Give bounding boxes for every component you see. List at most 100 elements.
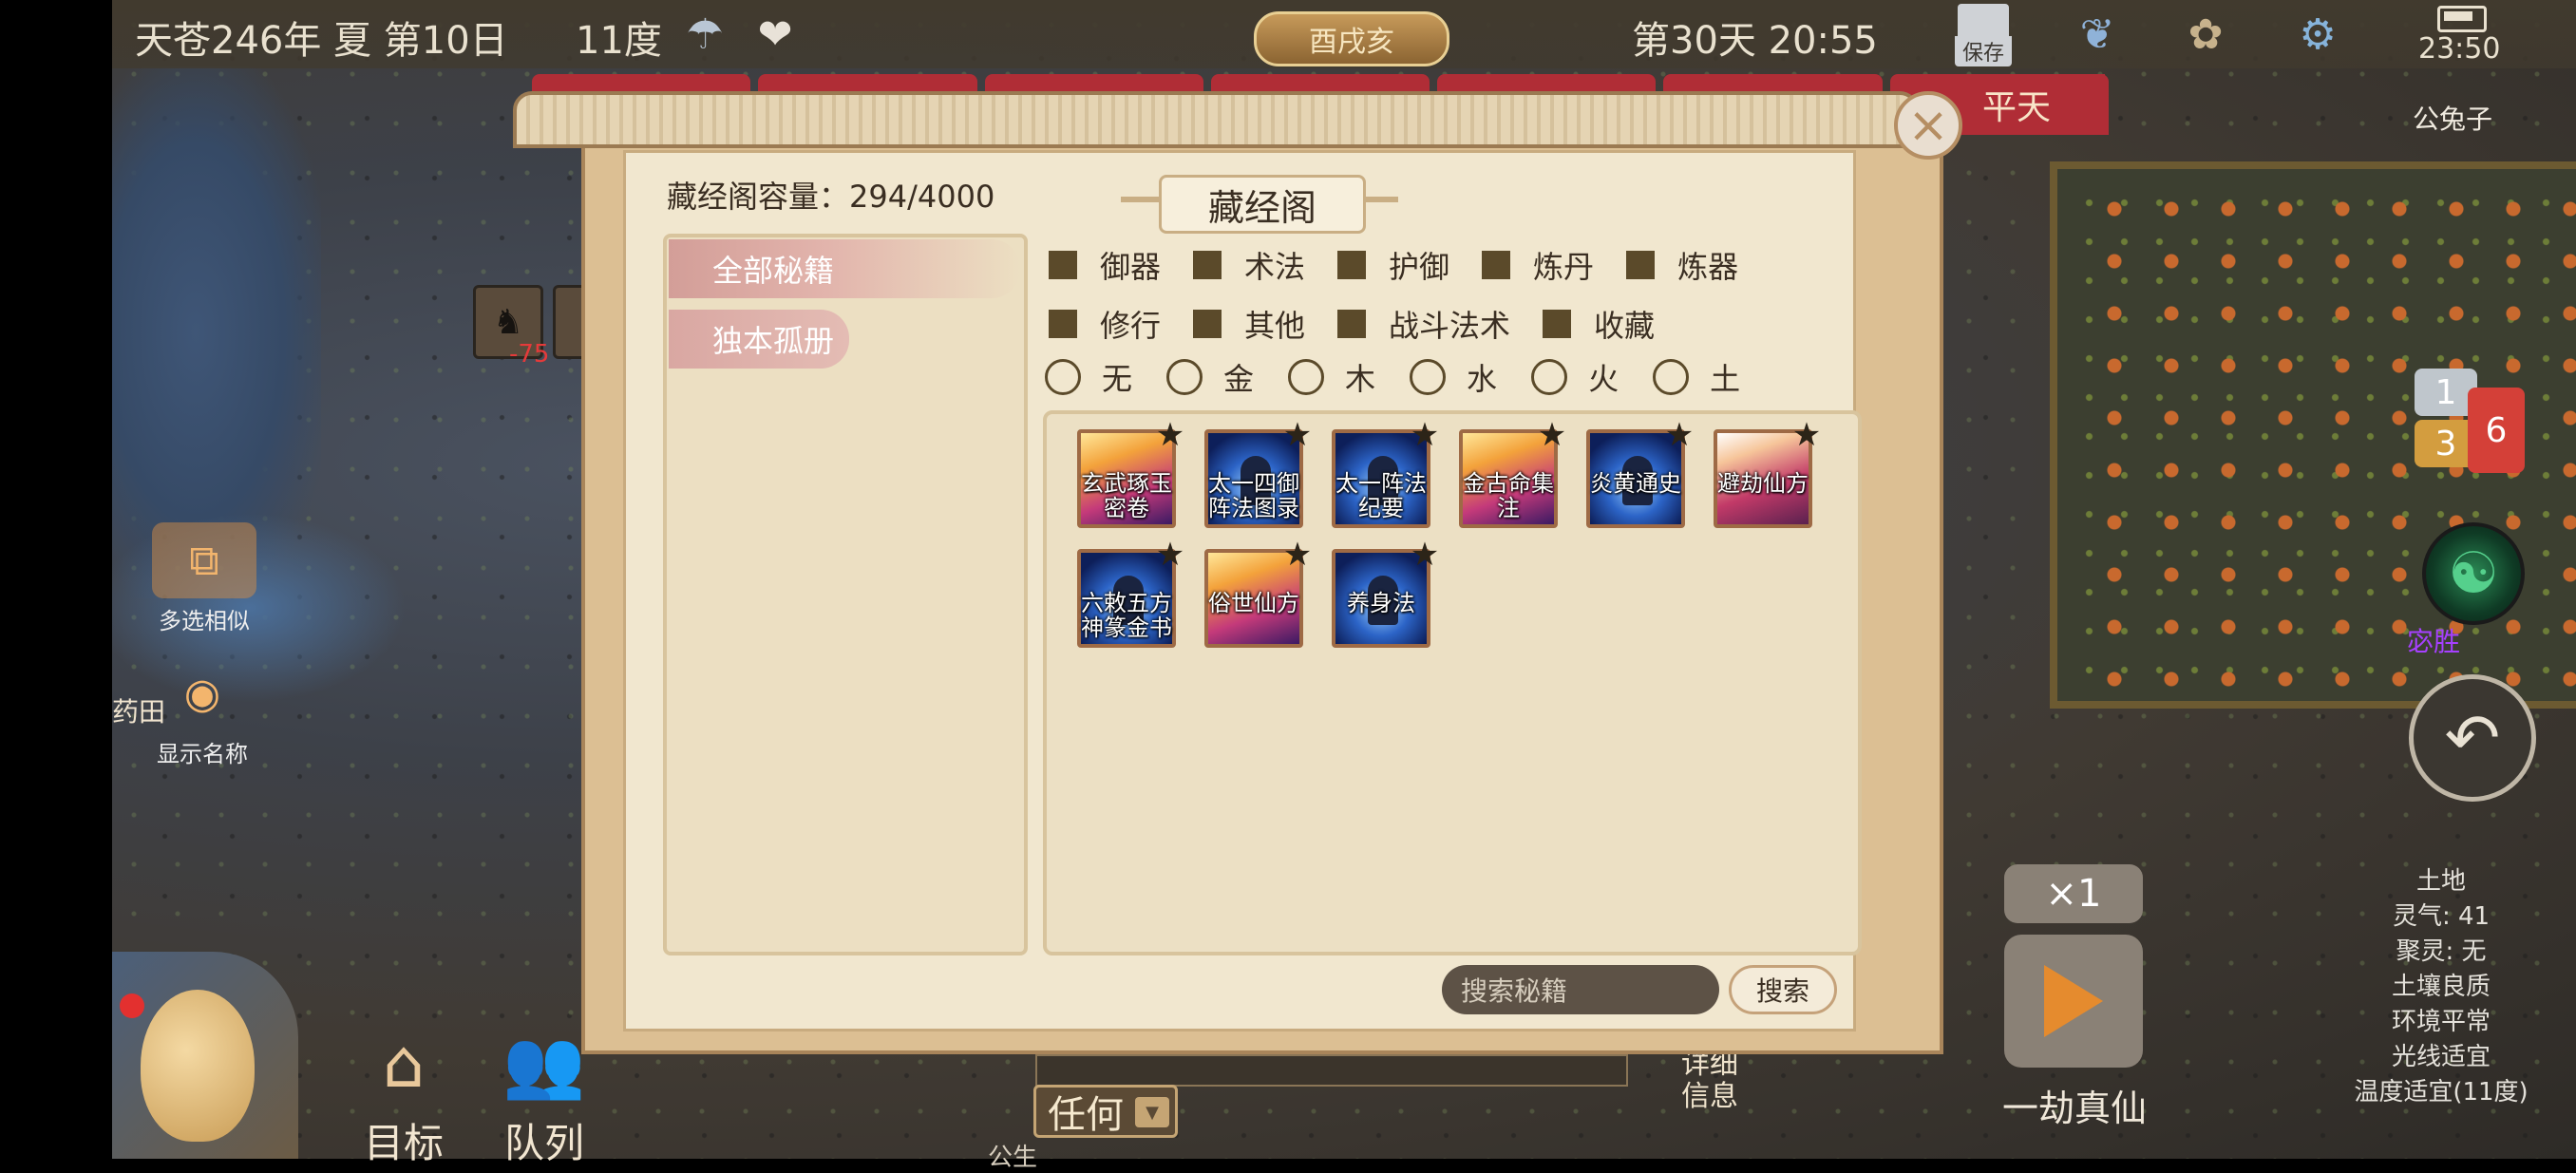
terrain-line: 灵气: 41 — [2392, 902, 2491, 931]
filter-lianqi[interactable]: 炼器 — [1626, 243, 1738, 287]
play-icon — [2044, 965, 2103, 1037]
radio[interactable] — [1653, 359, 1690, 395]
filter-label: 护御 — [1389, 249, 1450, 285]
leaf-icon[interactable]: ❦ — [2069, 6, 2126, 63]
floppy-icon — [1958, 4, 2009, 40]
filter-huyu[interactable]: 护御 — [1337, 243, 1449, 287]
checkbox[interactable] — [1626, 251, 1656, 279]
terrain-line: 聚灵: 无 — [2396, 937, 2487, 966]
manual-tile[interactable]: ★ 炎黄通史 — [1586, 418, 1694, 528]
gear-icon[interactable]: ⚙ — [2289, 6, 2346, 63]
filter-label: 收藏 — [1594, 308, 1656, 344]
element-label: 水 — [1467, 361, 1498, 397]
checkbox[interactable] — [1543, 310, 1572, 338]
manual-tile[interactable]: ★ 金古命集注 — [1459, 418, 1566, 528]
play-button[interactable] — [2004, 935, 2143, 1068]
yin-yang-icon[interactable]: ☯ — [2422, 522, 2525, 625]
title-ornament — [1360, 197, 1398, 202]
npc-name-label: 公兔子 — [2413, 104, 2493, 135]
search-input[interactable]: 搜索秘籍 — [1442, 965, 1719, 1014]
target-label: 目标 — [363, 1120, 444, 1166]
manual-name: 六敕五方神篆金书 — [1081, 590, 1172, 641]
manual-name: 金古命集注 — [1463, 470, 1554, 521]
filter-label: 其他 — [1244, 308, 1306, 344]
any-dropdown-label: 任何 — [1048, 1093, 1124, 1137]
element-metal[interactable]: 金 — [1166, 355, 1254, 399]
checkbox[interactable] — [1193, 310, 1222, 338]
checkbox[interactable] — [1049, 310, 1077, 338]
terrain-line: 土壤良质 — [2391, 973, 2491, 1001]
radio[interactable] — [1166, 359, 1203, 395]
radio[interactable] — [1288, 359, 1325, 395]
modal-roof — [513, 91, 1919, 148]
element-wood[interactable]: 木 — [1288, 355, 1375, 399]
palette-icon[interactable]: ✿ — [2177, 6, 2234, 63]
manual-name: 养身法 — [1347, 590, 1415, 616]
filter-zhandou[interactable]: 战斗法术 — [1337, 302, 1510, 346]
detail-info-button[interactable]: 详细信息 — [1672, 1049, 1748, 1113]
time-period-badge[interactable]: 酉戌亥 — [1254, 11, 1449, 66]
manual-name: 避劫仙方 — [1717, 470, 1809, 497]
radio[interactable] — [1045, 359, 1081, 395]
element-label: 无 — [1102, 361, 1133, 397]
star-icon: ★ — [1282, 536, 1313, 574]
pawn-value: -75 — [509, 340, 550, 369]
manual-name: 太一四御阵法图录 — [1208, 470, 1299, 521]
element-water[interactable]: 水 — [1410, 355, 1497, 399]
any-dropdown[interactable]: 任何 ▼ — [1033, 1085, 1178, 1138]
star-icon: ★ — [1537, 416, 1567, 454]
filter-label: 御器 — [1100, 249, 1162, 285]
checkbox[interactable] — [1049, 251, 1077, 279]
category-filter-row: 御器 术法 护御 炼丹 炼器 — [1049, 243, 1771, 287]
filter-yuqi[interactable]: 御器 — [1049, 243, 1161, 287]
terrain-line: 土地 — [2415, 867, 2466, 896]
gourd-menu[interactable] — [112, 952, 298, 1159]
speed-button[interactable]: ×1 — [2004, 864, 2143, 923]
checkbox[interactable] — [1193, 251, 1222, 279]
checkbox[interactable] — [1337, 251, 1367, 279]
manual-tile[interactable]: ★ 六敕五方神篆金书 — [1077, 538, 1184, 648]
search-button[interactable]: 搜索 — [1729, 965, 1837, 1014]
checkbox[interactable] — [1482, 251, 1511, 279]
manual-tile[interactable]: ★ 太一四御阵法图录 — [1204, 418, 1312, 528]
manual-tile[interactable]: ★ 太一阵法纪要 — [1332, 418, 1439, 528]
element-earth[interactable]: 土 — [1653, 355, 1740, 399]
gourd-icon — [141, 990, 255, 1142]
alert-flag[interactable]: 6 — [2468, 388, 2525, 473]
element-label: 金 — [1223, 361, 1255, 397]
manual-tile[interactable]: ★ 养身法 — [1332, 538, 1439, 648]
manual-tile[interactable]: ★ 避劫仙方 — [1714, 418, 1821, 528]
filter-qita[interactable]: 其他 — [1193, 302, 1305, 346]
filter-label: 炼器 — [1677, 249, 1739, 285]
close-icon[interactable]: × — [1894, 91, 1962, 160]
title-ornament — [1121, 197, 1159, 202]
star-icon: ★ — [1155, 416, 1185, 454]
element-none[interactable]: 无 — [1045, 355, 1132, 399]
save-button[interactable]: 保存 — [1949, 4, 2017, 66]
filter-xiuxing[interactable]: 修行 — [1049, 302, 1161, 346]
undo-icon[interactable]: ↶ — [2409, 674, 2536, 802]
radio[interactable] — [1531, 359, 1568, 395]
checkbox[interactable] — [1337, 310, 1367, 338]
filter-liandan[interactable]: 炼丹 — [1482, 243, 1594, 287]
manual-name: 玄武琢玉密卷 — [1081, 470, 1172, 521]
star-icon: ★ — [1791, 416, 1822, 454]
filter-shufa[interactable]: 术法 — [1193, 243, 1305, 287]
queue-label: 队列 — [503, 1120, 584, 1166]
filter-shoucang[interactable]: 收藏 — [1543, 302, 1655, 346]
star-icon: ★ — [1410, 416, 1440, 454]
multi-select-button[interactable]: ⧉ 多选相似 — [114, 522, 294, 635]
eye-icon: ◉ — [183, 669, 221, 718]
target-button[interactable]: ⌂ 目标 — [342, 1016, 465, 1169]
star-icon: ★ — [1282, 416, 1313, 454]
modal-title: 藏经阁 — [1159, 175, 1366, 234]
element-fire[interactable]: 火 — [1531, 355, 1619, 399]
tab-all-manuals[interactable]: 全部秘籍 — [669, 239, 1020, 298]
terrain-line: 温度适宜(11度) — [2354, 1078, 2529, 1107]
manual-tile[interactable]: ★ 玄武琢玉密卷 — [1077, 418, 1184, 528]
radio[interactable] — [1410, 359, 1447, 395]
phone-clock: 23:50 — [2418, 32, 2501, 66]
tab-unique-manuals[interactable]: 独本孤册 — [669, 310, 849, 369]
manual-tile[interactable]: ★ 俗世仙方 — [1204, 538, 1312, 648]
element-filter-row: 无 金 木 水 火 土 — [1045, 355, 1774, 399]
